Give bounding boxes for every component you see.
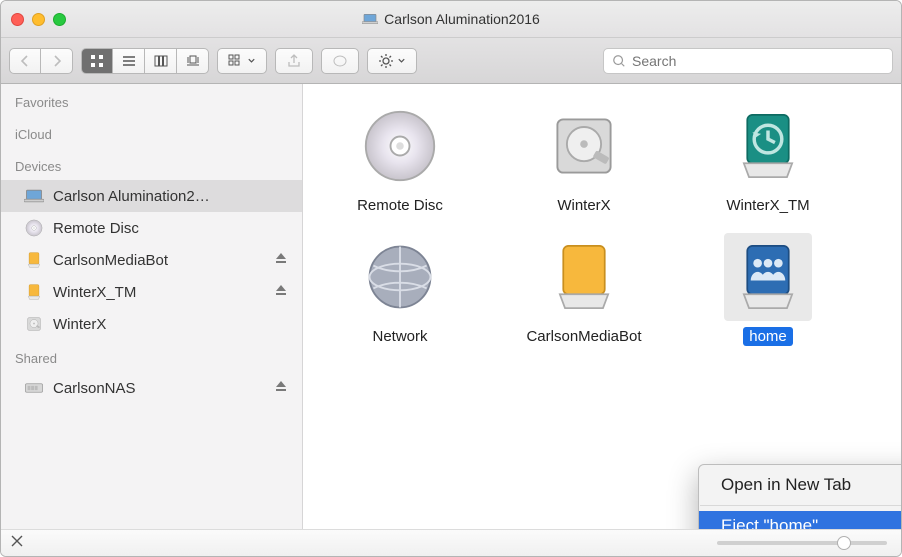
int-drive-icon (23, 315, 45, 333)
sidebar-item-label: CarlsonMediaBot (53, 252, 266, 269)
finder-window: Carlson Alumination2016 FavoritesiCloudD… (0, 0, 902, 557)
chevron-right-icon (49, 53, 65, 69)
network-icon (356, 233, 444, 321)
coverflow-view-button[interactable] (177, 48, 209, 74)
body: FavoritesiCloudDevices Carlson Aluminati… (1, 84, 901, 529)
sidebar: FavoritesiCloudDevices Carlson Aluminati… (1, 84, 303, 529)
file-item[interactable]: home (693, 233, 843, 346)
path-button[interactable] (9, 533, 25, 554)
file-item[interactable]: Network (325, 233, 475, 346)
icon-grid: Remote Disc WinterX WinterX_TM Network C… (303, 84, 901, 364)
eject-icon[interactable] (274, 283, 288, 301)
sidebar-item[interactable]: Remote Disc (1, 212, 302, 244)
columns-icon (153, 53, 169, 69)
sidebar-item[interactable]: WinterX (1, 308, 302, 340)
statusbar (1, 529, 901, 556)
eject-icon[interactable] (274, 251, 288, 269)
sidebar-heading: Favorites (1, 84, 302, 116)
int-drive-icon (540, 102, 628, 190)
file-item-label: Network (366, 327, 433, 346)
file-item[interactable]: WinterX_TM (693, 102, 843, 215)
menu-item[interactable]: Eject "home" (699, 511, 901, 529)
gear-icon (378, 53, 394, 69)
context-menu: Open in New TabEject "home"Get InfoQuick… (698, 464, 901, 529)
grid-icon (89, 53, 105, 69)
ext-drive-icon (23, 283, 45, 301)
share-button[interactable] (275, 48, 313, 74)
laptop-icon (23, 187, 45, 205)
arrange-button[interactable] (217, 48, 267, 74)
nas-icon (23, 379, 45, 397)
list-view-button[interactable] (113, 48, 145, 74)
sidebar-item-label: CarlsonNAS (53, 380, 266, 397)
back-button[interactable] (9, 48, 41, 74)
sidebar-item[interactable]: WinterX_TM (1, 276, 302, 308)
file-item-label: CarlsonMediaBot (520, 327, 647, 346)
ext-drive-icon (540, 233, 628, 321)
file-item-label: WinterX (551, 196, 616, 215)
zoom-button[interactable] (53, 13, 66, 26)
file-item-label: Remote Disc (351, 196, 449, 215)
disc-icon (356, 102, 444, 190)
view-group (81, 48, 209, 74)
toolbar (1, 38, 901, 84)
forward-button[interactable] (41, 48, 73, 74)
close-button[interactable] (11, 13, 24, 26)
minimize-button[interactable] (32, 13, 45, 26)
titlebar: Carlson Alumination2016 (1, 1, 901, 38)
laptop-icon (362, 13, 378, 25)
traffic-lights (11, 13, 66, 26)
sidebar-item[interactable]: CarlsonNAS (1, 372, 302, 404)
icon-view-button[interactable] (81, 48, 113, 74)
file-item[interactable]: WinterX (509, 102, 659, 215)
sidebar-item[interactable]: Carlson Alumination2… (1, 180, 302, 212)
share-drive-icon (724, 233, 812, 321)
list-icon (121, 53, 137, 69)
sidebar-item-label: Carlson Alumination2… (53, 188, 288, 205)
arrange-icon (228, 53, 244, 69)
file-item-label: home (743, 327, 793, 346)
icon-size-slider[interactable] (717, 541, 887, 545)
search-field[interactable] (603, 48, 893, 74)
content-area[interactable]: Remote Disc WinterX WinterX_TM Network C… (303, 84, 901, 529)
menu-item[interactable]: Open in New Tab (699, 470, 901, 500)
nav-group (9, 48, 73, 74)
sidebar-item-label: Remote Disc (53, 220, 288, 237)
sidebar-item-label: WinterX (53, 316, 288, 333)
search-input[interactable] (632, 53, 884, 69)
window-title: Carlson Alumination2016 (1, 11, 901, 27)
share-icon (286, 53, 302, 69)
sidebar-item[interactable]: CarlsonMediaBot (1, 244, 302, 276)
coverflow-icon (185, 53, 201, 69)
sidebar-item-label: WinterX_TM (53, 284, 266, 301)
sidebar-heading: iCloud (1, 116, 302, 148)
disc-icon (23, 219, 45, 237)
menu-separator (700, 505, 901, 506)
window-title-text: Carlson Alumination2016 (384, 11, 540, 27)
slider-thumb[interactable] (837, 536, 851, 550)
chevron-down-icon (247, 53, 256, 69)
sidebar-heading: Shared (1, 340, 302, 372)
tag-icon (332, 53, 348, 69)
search-icon (612, 54, 626, 68)
path-icon (9, 533, 25, 549)
eject-icon[interactable] (274, 379, 288, 397)
chevron-down-icon (397, 53, 406, 69)
ext-drive-icon (23, 251, 45, 269)
action-button[interactable] (367, 48, 417, 74)
tm-drive-icon (724, 102, 812, 190)
file-item[interactable]: CarlsonMediaBot (509, 233, 659, 346)
file-item[interactable]: Remote Disc (325, 102, 475, 215)
tags-button[interactable] (321, 48, 359, 74)
column-view-button[interactable] (145, 48, 177, 74)
sidebar-heading: Devices (1, 148, 302, 180)
file-item-label: WinterX_TM (720, 196, 815, 215)
chevron-left-icon (17, 53, 33, 69)
